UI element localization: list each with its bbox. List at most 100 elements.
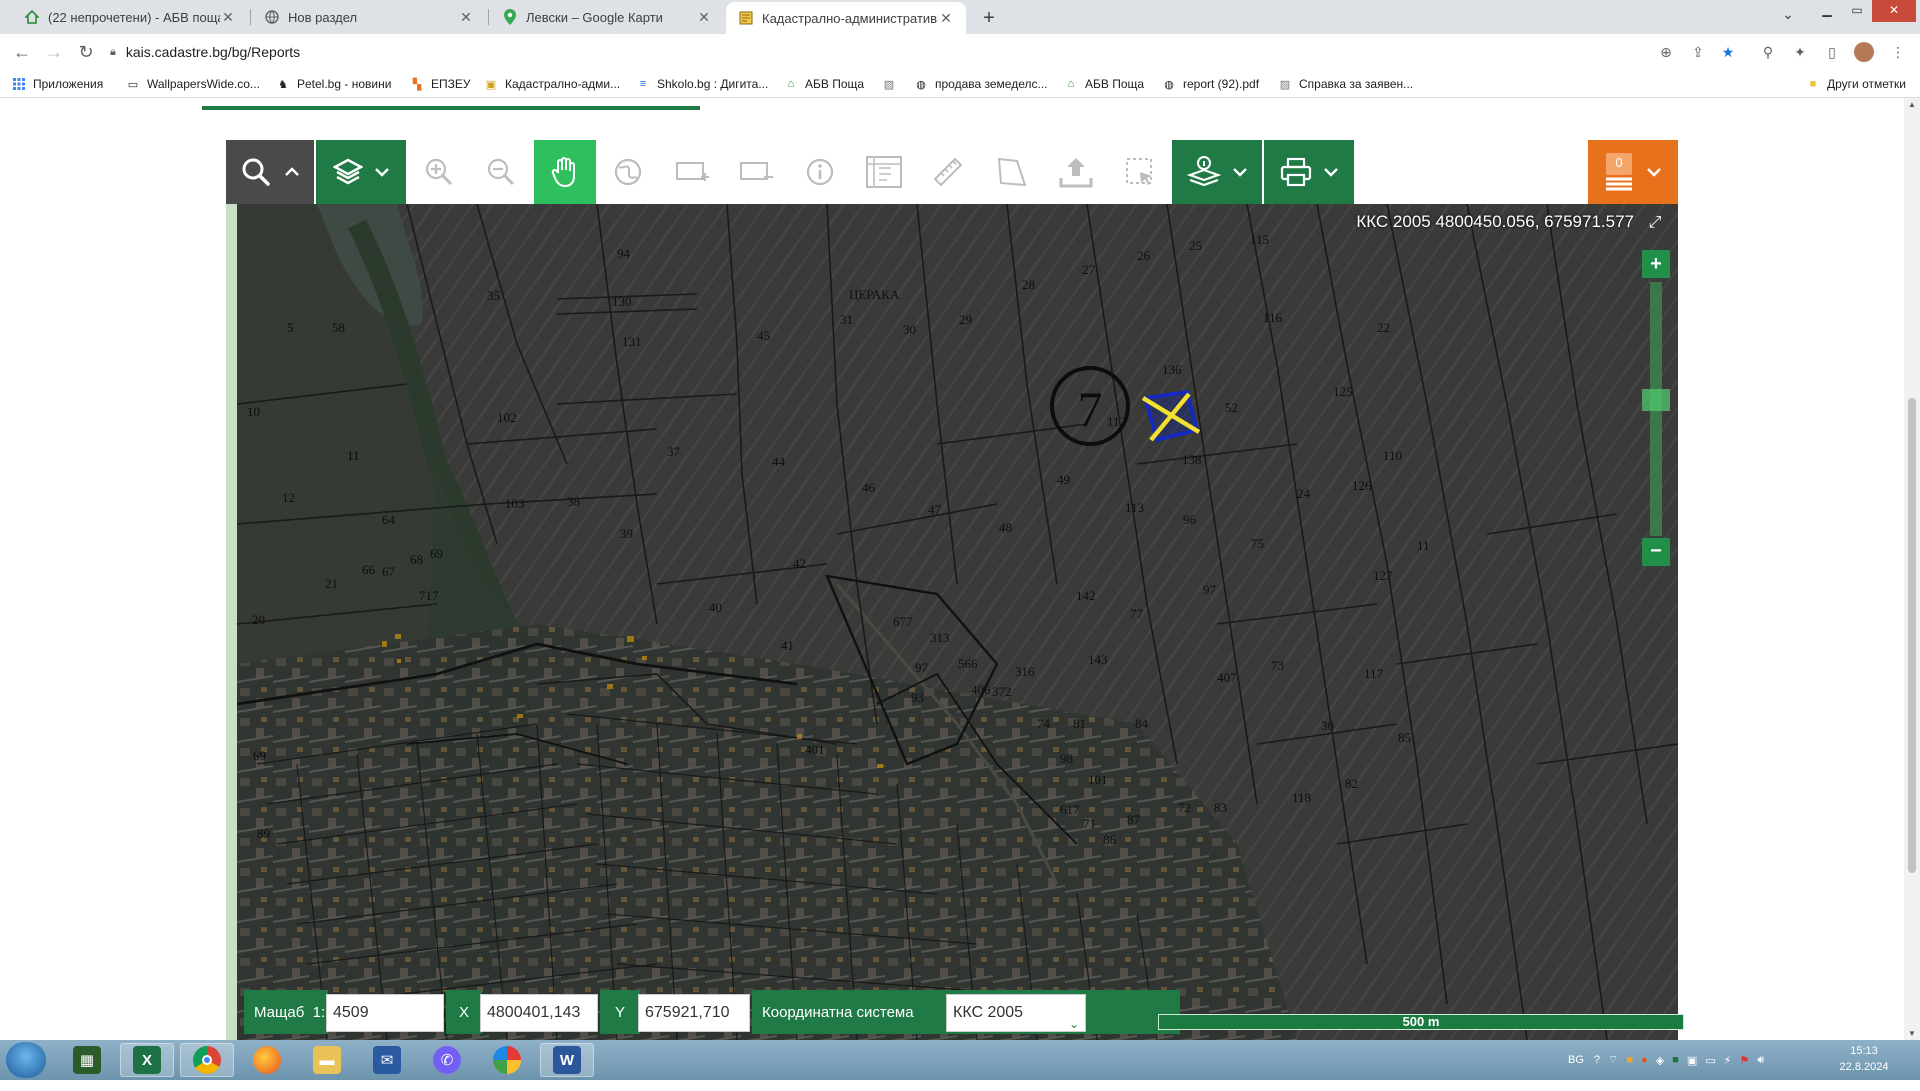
zoom-in-tool-button[interactable]: [408, 140, 470, 204]
chrome-icon[interactable]: [180, 1043, 234, 1077]
selection-list-button[interactable]: 0: [1588, 140, 1678, 204]
x-coordinate-input[interactable]: 4800401,143: [480, 994, 598, 1032]
parcel-number-label: 313: [930, 630, 950, 645]
back-arrow-icon[interactable]: ←: [10, 40, 34, 64]
firefox-icon[interactable]: [240, 1043, 294, 1077]
measure-grid-button[interactable]: [852, 140, 916, 204]
display-icon[interactable]: ▭: [1705, 1054, 1715, 1067]
side-panel-icon[interactable]: ▯: [1822, 42, 1842, 62]
bookmark-image[interactable]: ▨: [882, 75, 903, 93]
windows-start-icon[interactable]: [6, 1042, 46, 1078]
add-frame-button[interactable]: [660, 140, 724, 204]
flag-icon[interactable]: ⚑: [1739, 1054, 1749, 1067]
page-content: 0 7 ЦЕРАКА 94 35 130 131 45 31 30 29 28 …: [0, 98, 1920, 1040]
bookmark-epzeu[interactable]: ▚ ЕПЗЕУ: [410, 75, 471, 93]
remove-frame-button[interactable]: [724, 140, 788, 204]
scroll-up-icon[interactable]: ▲: [1904, 100, 1920, 109]
task-manager-icon[interactable]: ▦: [60, 1043, 114, 1077]
bookmark-abv-mail-1[interactable]: ⌂ АБВ Поща: [784, 75, 864, 93]
menu-kebab-icon[interactable]: ⋮: [1888, 42, 1908, 62]
viber-icon[interactable]: ✆: [420, 1043, 474, 1077]
power-icon[interactable]: ⚡: [1724, 1054, 1732, 1067]
bookmark-prodava[interactable]: ◍ продава земеделс...: [914, 75, 1047, 93]
crs-select[interactable]: ККС 2005 ⌄: [946, 994, 1086, 1032]
polygon-button[interactable]: [980, 140, 1044, 204]
bookmark-star-icon[interactable]: ★: [1718, 42, 1738, 62]
reload-icon[interactable]: ↻: [74, 40, 98, 64]
print-button[interactable]: [1264, 140, 1354, 204]
upload-button[interactable]: [1044, 140, 1108, 204]
zoom-out-button[interactable]: −: [1642, 538, 1670, 566]
network-icon[interactable]: ⌔: [1608, 1053, 1618, 1067]
close-icon[interactable]: ✕: [458, 9, 474, 26]
pan-tool-button[interactable]: [534, 140, 596, 204]
clock[interactable]: 15:13 22.8.2024 г.: [1836, 1043, 1892, 1091]
app-tray-icon[interactable]: ▣: [1687, 1054, 1697, 1067]
bookmark-report-pdf[interactable]: ◍ report (92).pdf: [1162, 75, 1259, 93]
scale-input[interactable]: 4509: [326, 994, 444, 1032]
scrollbar-thumb[interactable]: [1908, 398, 1916, 873]
minimize-icon[interactable]: ▁: [1812, 0, 1842, 22]
y-coordinate-input[interactable]: 675921,710: [638, 994, 750, 1032]
bookmark-spravka[interactable]: ▨ Справка за заявен...: [1278, 75, 1413, 93]
select-area-button[interactable]: [1108, 140, 1172, 204]
bookmark-cadastre[interactable]: ▣ Кадастрално-адми...: [484, 75, 620, 93]
parcel-number-label: 115: [1250, 232, 1269, 247]
ruler-icon: [931, 155, 965, 189]
page-scrollbar[interactable]: ▲ ▼: [1904, 98, 1920, 1040]
bookmark-other[interactable]: ■ Други отметки: [1806, 75, 1906, 93]
outlook-icon[interactable]: ✉: [360, 1043, 414, 1077]
layers-button[interactable]: [316, 140, 406, 204]
bookmark-wallpaperswide[interactable]: ▭ WallpapersWide.co...: [126, 75, 260, 93]
close-icon[interactable]: ✕: [938, 10, 954, 27]
zoom-handle[interactable]: [1642, 388, 1670, 411]
tab-google-maps[interactable]: Левски – Google Карти ✕: [490, 0, 724, 34]
close-icon[interactable]: ✕: [220, 9, 236, 26]
language-indicator[interactable]: BG: [1568, 1054, 1584, 1066]
bookmark-shkolo[interactable]: ≡ Shkolo.bg : Дигита...: [636, 75, 769, 93]
search-toggle-button[interactable]: [226, 140, 314, 204]
firefox-tray-icon[interactable]: ●: [1641, 1054, 1648, 1066]
tab-new-tab[interactable]: Нов раздел ✕: [252, 0, 486, 34]
fullscreen-icon[interactable]: ⤢: [1644, 212, 1666, 234]
bookmark-petel[interactable]: ♞ Petel.bg - новини: [276, 75, 391, 93]
tab-search-chevron-icon[interactable]: ⌄: [1776, 6, 1800, 28]
antivirus-icon[interactable]: ■: [1626, 1054, 1633, 1066]
word-icon[interactable]: W: [540, 1043, 594, 1077]
maximize-icon[interactable]: ▭: [1842, 0, 1872, 22]
bookmark-abv-mail-2[interactable]: ⌂ АБВ Поща: [1064, 75, 1144, 93]
tab-cadastre[interactable]: Кадастрално-административна ✕: [726, 2, 966, 34]
parcel-number-label: 316: [1015, 664, 1035, 679]
close-window-icon[interactable]: ✕: [1872, 0, 1916, 22]
zoom-slider[interactable]: + −: [1642, 250, 1670, 570]
close-icon[interactable]: ✕: [696, 9, 712, 26]
info-tool-button[interactable]: [788, 140, 852, 204]
scale-bar: 500 m: [1158, 992, 1688, 1032]
bookmark-apps[interactable]: Приложения: [12, 75, 103, 93]
ruler-button[interactable]: [916, 140, 980, 204]
parcel-number-label: 73: [1271, 658, 1284, 673]
cart-extension-icon[interactable]: ⚲: [1758, 42, 1778, 62]
excel-icon[interactable]: X: [120, 1043, 174, 1077]
excel-tray-icon[interactable]: ■: [1672, 1054, 1679, 1066]
share-icon[interactable]: ⇪: [1688, 42, 1708, 62]
profile-avatar[interactable]: [1854, 42, 1874, 62]
volume-icon[interactable]: 🔊︎: [1757, 1054, 1764, 1067]
tab-abv-mail[interactable]: (22 непрочетени) - АБВ поща ✕: [12, 0, 248, 34]
extensions-puzzle-icon[interactable]: ✦: [1790, 42, 1810, 62]
zoom-in-button[interactable]: +: [1642, 250, 1670, 278]
explorer-folder-icon[interactable]: ▬: [300, 1043, 354, 1077]
new-tab-button[interactable]: +: [976, 5, 1002, 31]
zoom-indicator-icon[interactable]: ⊕: [1656, 42, 1676, 62]
scroll-down-icon[interactable]: ▼: [1904, 1029, 1920, 1038]
help-icon[interactable]: ?: [1594, 1054, 1600, 1066]
image-icon: ▨: [1279, 78, 1291, 91]
zoom-out-tool-button[interactable]: [470, 140, 532, 204]
shield-icon[interactable]: ◈: [1656, 1054, 1664, 1067]
globe-tool-button[interactable]: [596, 140, 660, 204]
map-canvas[interactable]: 7 ЦЕРАКА 94 35 130 131 45 31 30 29 28 27 26 25 115 11…: [226, 204, 1678, 1040]
forward-arrow-icon[interactable]: →: [42, 40, 66, 64]
picasa-icon[interactable]: [480, 1043, 534, 1077]
address-bar[interactable]: 🔒︎ kais.cadastre.bg/bg/Reports: [110, 38, 1640, 66]
info-layers-button[interactable]: [1172, 140, 1262, 204]
